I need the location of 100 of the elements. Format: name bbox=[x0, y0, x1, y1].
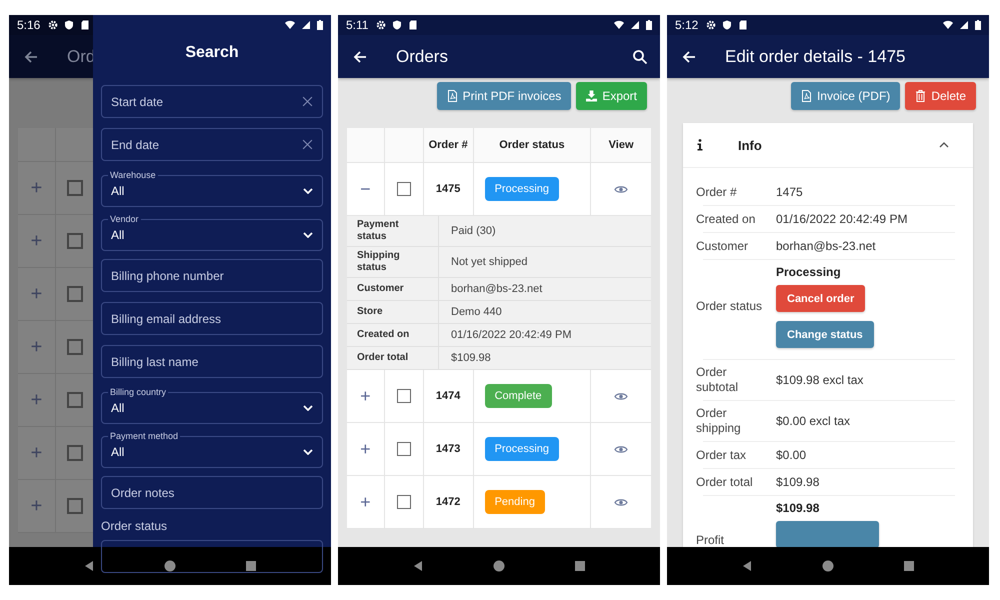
text-field[interactable]: End date bbox=[101, 128, 323, 161]
eye-icon[interactable] bbox=[614, 498, 628, 506]
section-label: Order status bbox=[101, 519, 168, 533]
print-button[interactable]: Print PDF invoices bbox=[436, 82, 572, 110]
status-badge: Processing bbox=[484, 177, 559, 201]
wifi-icon bbox=[285, 20, 295, 30]
column-header: Order status bbox=[474, 128, 592, 162]
chevron-down-icon bbox=[303, 188, 313, 194]
status-time: 5:16 bbox=[17, 18, 40, 32]
gear-icon bbox=[48, 20, 58, 30]
field-label: Order # bbox=[696, 184, 738, 200]
detail-value: Not yet shipped bbox=[450, 255, 528, 270]
field-value: $0.00 bbox=[776, 448, 806, 462]
shield-icon bbox=[392, 20, 402, 30]
select-field[interactable]: Payment method All bbox=[101, 432, 323, 468]
chevron-down-icon bbox=[303, 232, 313, 238]
select-field[interactable]: Billing country All bbox=[101, 388, 323, 424]
status-badge: Processing bbox=[484, 437, 559, 461]
order-number: 1473 bbox=[424, 423, 474, 475]
battery-icon bbox=[317, 20, 323, 30]
expand-button[interactable]: + bbox=[360, 386, 371, 406]
chevron-up-icon[interactable] bbox=[939, 142, 949, 148]
select-field[interactable]: Warehouse All bbox=[101, 171, 323, 207]
change-status-button[interactable]: Change status bbox=[776, 321, 874, 348]
shield-icon bbox=[64, 20, 74, 30]
checkbox[interactable] bbox=[67, 445, 83, 461]
screen-title: Orders bbox=[396, 46, 448, 66]
home-icon[interactable] bbox=[164, 560, 176, 572]
status-time: 5:12 bbox=[675, 18, 698, 32]
checkbox[interactable] bbox=[67, 392, 83, 408]
field-value: borhan@bs-23.net bbox=[776, 239, 876, 253]
field-label: Created on bbox=[696, 212, 756, 226]
text-field[interactable]: Billing email address bbox=[101, 302, 323, 335]
back-icon[interactable] bbox=[741, 560, 754, 572]
delete-button[interactable]: Delete bbox=[905, 82, 976, 110]
screen-title: Edit order details - 1475 bbox=[725, 46, 906, 66]
order-number: 1472 bbox=[424, 476, 474, 528]
field-label: Profit bbox=[696, 533, 726, 547]
wifi-icon bbox=[614, 20, 624, 30]
text-field[interactable]: Start date bbox=[101, 85, 323, 118]
cancel-button[interactable]: Cancel order bbox=[776, 285, 866, 312]
back-arrow-icon[interactable] bbox=[681, 48, 697, 64]
field-value: $0.00 excl tax bbox=[776, 414, 850, 428]
eye-icon[interactable] bbox=[614, 444, 628, 454]
battery-icon bbox=[646, 20, 652, 30]
checkbox[interactable] bbox=[396, 182, 411, 196]
checkbox[interactable] bbox=[396, 389, 411, 403]
home-icon[interactable] bbox=[492, 560, 505, 572]
checkbox[interactable] bbox=[396, 495, 411, 509]
text-field[interactable]: Billing last name bbox=[101, 345, 323, 378]
select-field[interactable] bbox=[101, 540, 323, 573]
recents-icon[interactable] bbox=[244, 560, 257, 572]
status-badge: Complete bbox=[484, 384, 552, 408]
checkbox[interactable] bbox=[67, 180, 83, 196]
field-value: 01/16/2022 20:42:49 PM bbox=[776, 212, 908, 226]
column-header: View bbox=[608, 138, 635, 153]
select-field[interactable]: Vendor All bbox=[101, 215, 323, 251]
back-arrow-icon[interactable] bbox=[352, 48, 368, 64]
field-value: $109.98 bbox=[776, 475, 820, 489]
column-header: Order # bbox=[424, 128, 474, 162]
field-label: Order tax bbox=[696, 448, 748, 462]
export-button[interactable]: Export bbox=[576, 82, 647, 110]
expand-button[interactable]: + bbox=[360, 438, 371, 460]
detail-label: Created on bbox=[347, 324, 439, 346]
detail-label: Store bbox=[347, 301, 439, 323]
field-label: Order total bbox=[696, 474, 754, 490]
recents-icon[interactable] bbox=[902, 560, 915, 572]
checkbox[interactable] bbox=[67, 233, 83, 249]
order-number: 1474 bbox=[424, 370, 474, 422]
expand-button[interactable]: + bbox=[360, 492, 371, 512]
text-field[interactable]: Billing phone number bbox=[101, 259, 323, 292]
card-title: Info bbox=[738, 138, 762, 152]
back-icon[interactable] bbox=[412, 560, 424, 572]
pdf-file-icon bbox=[800, 90, 812, 102]
checkbox[interactable] bbox=[396, 442, 411, 456]
checkbox[interactable] bbox=[67, 286, 83, 302]
text-field[interactable]: Order notes bbox=[101, 476, 323, 509]
detail-label: Payment status bbox=[347, 216, 439, 246]
signal-icon bbox=[959, 20, 969, 30]
eye-icon[interactable] bbox=[614, 184, 628, 194]
chevron-down-icon bbox=[303, 405, 313, 411]
back-icon[interactable] bbox=[83, 560, 96, 572]
status-badge: Pending bbox=[484, 490, 545, 514]
signal-icon bbox=[301, 20, 311, 30]
home-icon[interactable] bbox=[822, 560, 834, 572]
checkbox[interactable] bbox=[67, 498, 83, 514]
clear-icon[interactable] bbox=[302, 96, 313, 107]
search-icon[interactable] bbox=[632, 48, 648, 64]
gear-icon bbox=[706, 20, 716, 30]
detail-value: Paid (30) bbox=[450, 224, 497, 239]
sd-card-icon bbox=[80, 20, 90, 30]
invoice-button[interactable]: Invoice (PDF) bbox=[790, 82, 900, 110]
signal-icon bbox=[630, 20, 640, 30]
recents-icon[interactable] bbox=[574, 560, 586, 572]
eye-icon[interactable] bbox=[614, 392, 628, 400]
checkbox[interactable] bbox=[67, 339, 83, 355]
detail-value: Demo 440 bbox=[450, 305, 503, 320]
shield-icon bbox=[722, 20, 732, 30]
clear-icon[interactable] bbox=[302, 139, 313, 150]
expand-button[interactable]: − bbox=[360, 178, 371, 200]
